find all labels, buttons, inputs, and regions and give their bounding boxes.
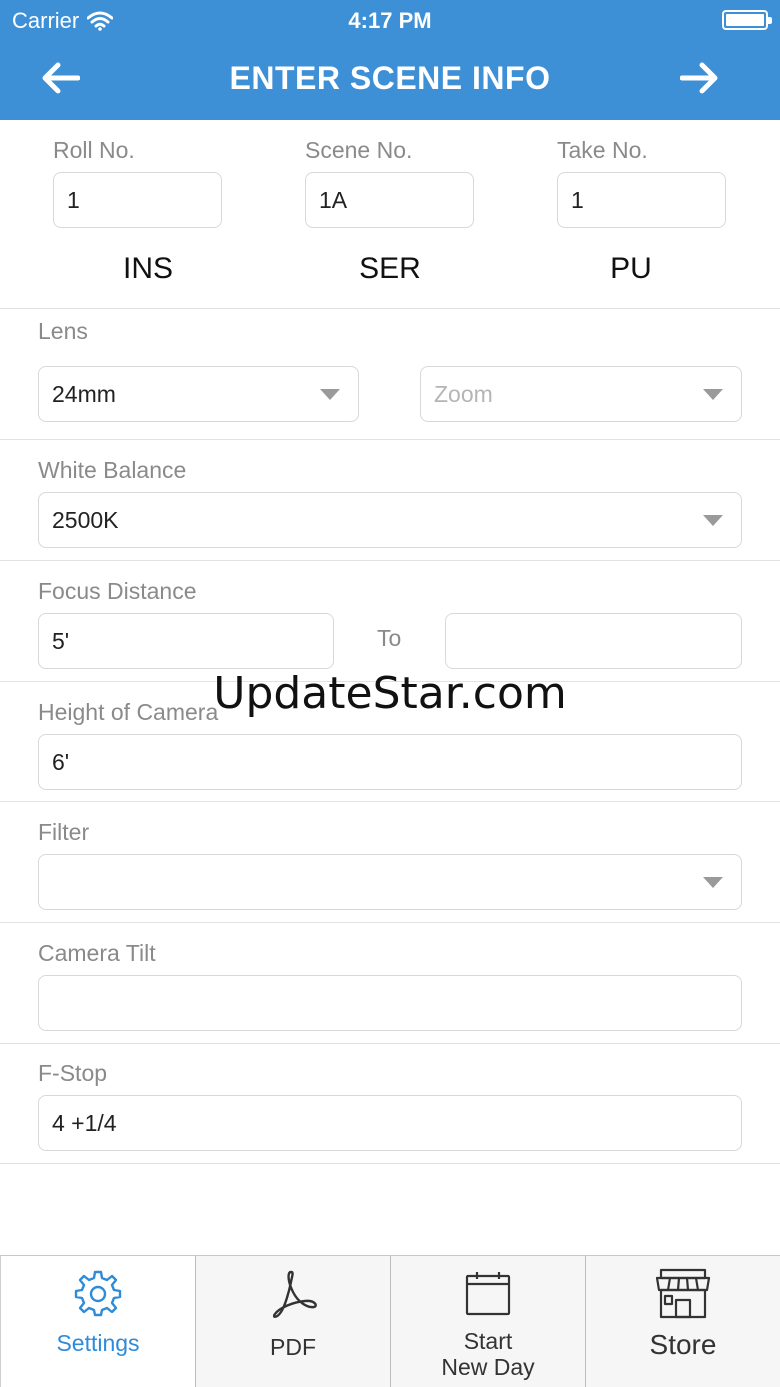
nav-bar: ENTER SCENE INFO xyxy=(0,44,780,114)
chevron-down-icon xyxy=(703,389,723,400)
gear-icon xyxy=(70,1266,126,1322)
tab-settings[interactable]: Settings xyxy=(0,1256,195,1387)
chevron-down-icon xyxy=(320,389,340,400)
roll-input[interactable]: 1 xyxy=(53,172,222,228)
divider xyxy=(0,439,780,440)
chevron-down-icon xyxy=(703,877,723,888)
divider xyxy=(0,1043,780,1044)
tab-start-new-day-label: Start New Day xyxy=(441,1328,534,1380)
white-balance-value: 2500K xyxy=(52,506,119,533)
code-pu-toggle[interactable]: PU xyxy=(531,252,731,286)
watermark: UpdateStar.com xyxy=(213,668,567,719)
store-icon xyxy=(655,1266,711,1322)
f-stop-input[interactable]: 4 +1/4 xyxy=(38,1095,742,1151)
lens-label: Lens xyxy=(38,318,88,344)
divider xyxy=(0,308,780,309)
focus-to-label: To xyxy=(377,625,402,651)
height-of-camera-input[interactable]: 6' xyxy=(38,734,742,790)
header: Carrier 4:17 PM ENTER SCENE INFO xyxy=(0,0,780,120)
camera-tilt-input[interactable] xyxy=(38,975,742,1031)
filter-select[interactable] xyxy=(38,854,742,910)
focus-from-input[interactable]: 5' xyxy=(38,613,334,669)
focus-to-input[interactable] xyxy=(445,613,742,669)
divider xyxy=(0,801,780,802)
zoom-placeholder: Zoom xyxy=(434,380,493,407)
divider xyxy=(0,1163,780,1164)
tab-store[interactable]: Store xyxy=(585,1256,780,1387)
take-label: Take No. xyxy=(557,137,648,163)
divider xyxy=(0,922,780,923)
roll-label: Roll No. xyxy=(53,137,135,163)
lens-value: 24mm xyxy=(52,380,116,407)
page-title: ENTER SCENE INFO xyxy=(229,60,551,96)
white-balance-select[interactable]: 2500K xyxy=(38,492,742,548)
tab-bar: Settings PDF Start New Day Store xyxy=(0,1255,780,1387)
status-bar: Carrier 4:17 PM xyxy=(0,0,780,40)
tab-pdf[interactable]: PDF xyxy=(195,1256,390,1387)
tab-start-new-day-line2: New Day xyxy=(441,1354,535,1380)
tab-pdf-label: PDF xyxy=(270,1334,316,1360)
scene-label: Scene No. xyxy=(305,137,413,163)
arrow-right-icon xyxy=(680,62,718,94)
camera-tilt-label: Camera Tilt xyxy=(38,940,156,966)
status-time: 4:17 PM xyxy=(348,8,432,33)
f-stop-label: F-Stop xyxy=(38,1060,108,1086)
filter-label: Filter xyxy=(38,819,90,845)
divider xyxy=(0,560,780,561)
pdf-icon xyxy=(265,1266,321,1322)
white-balance-label: White Balance xyxy=(38,457,187,483)
battery-icon xyxy=(722,10,772,30)
scene-input[interactable]: 1A xyxy=(305,172,474,228)
code-ser-toggle[interactable]: SER xyxy=(290,252,490,286)
tab-store-label: Store xyxy=(649,1329,717,1360)
tab-settings-label: Settings xyxy=(56,1330,140,1356)
calendar-icon xyxy=(460,1266,516,1322)
zoom-select[interactable]: Zoom xyxy=(420,366,742,422)
lens-select[interactable]: 24mm xyxy=(38,366,359,422)
tab-start-new-day-line1: Start xyxy=(463,1328,513,1354)
next-button[interactable] xyxy=(678,58,722,98)
focus-distance-label: Focus Distance xyxy=(38,578,197,604)
tab-start-new-day[interactable]: Start New Day xyxy=(390,1256,585,1387)
chevron-down-icon xyxy=(703,515,723,526)
take-input[interactable]: 1 xyxy=(557,172,726,228)
code-ins-toggle[interactable]: INS xyxy=(48,252,248,286)
